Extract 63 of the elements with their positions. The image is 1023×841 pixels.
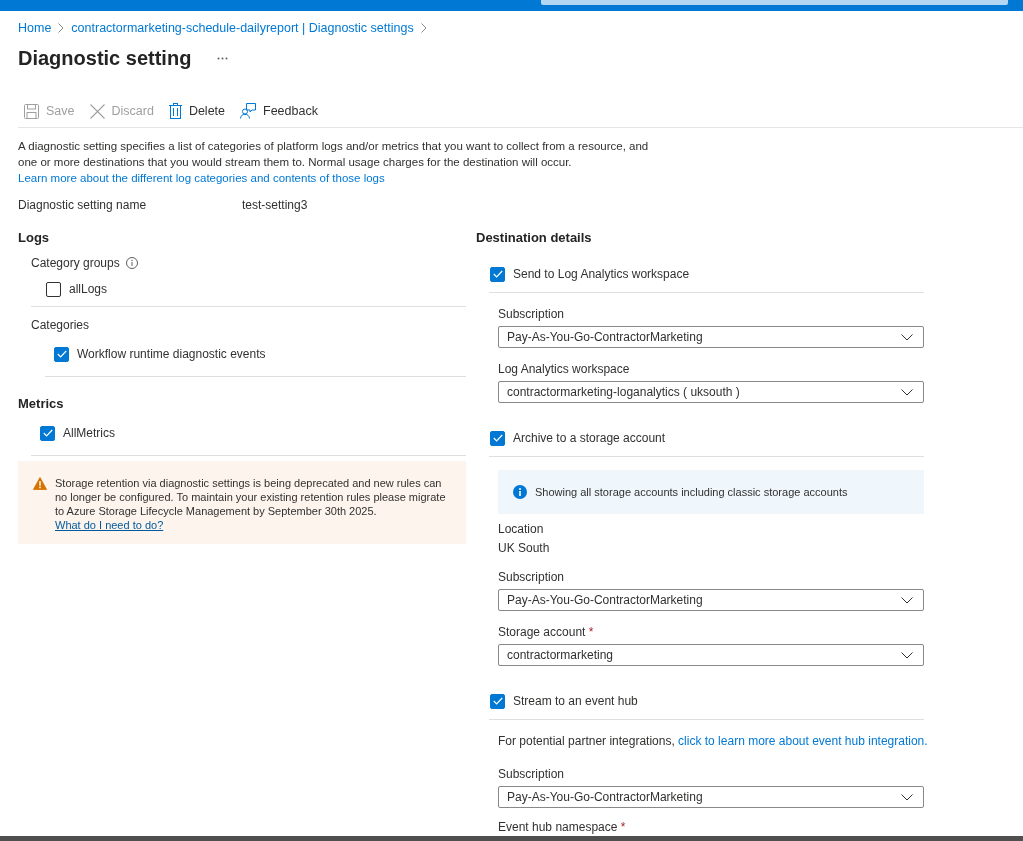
field-label: Subscription [498,766,566,782]
cross-icon [89,103,105,119]
feedback-button[interactable]: Feedback [240,103,318,119]
page-title: Diagnostic setting [18,46,192,71]
check-icon [492,697,503,705]
group-label: Categories [31,317,90,333]
checkbox-label: Send to Log Analytics workspace [513,266,690,282]
field-label: Storage account * [498,624,595,640]
field-label: Location [498,521,545,537]
search-field[interactable] [541,0,1008,5]
checkbox[interactable] [54,346,69,362]
checkbox-label: Stream to an event hub [513,693,638,709]
checkbox[interactable] [490,693,505,709]
setting-name-value: test-setting3 [242,197,308,213]
chevron-down-icon [901,333,913,341]
checkbox[interactable] [40,425,55,441]
check-icon [492,434,503,442]
checkbox-label: AllMetrics [63,425,115,441]
breadcrumb-link[interactable]: Home [18,20,52,36]
field-value: UK South [498,540,551,556]
info-icon[interactable] [125,257,138,269]
more-icon[interactable] [217,56,229,60]
dropdown-field[interactable]: Pay-As-You-Go-ContractorMarketing [498,786,924,808]
learn-more-link[interactable]: Learn more about the different log categories and contents of those logs [18,172,385,184]
warning-text: Storage retention via diagnostic settings is being deprecated and new rules can no longer be configured. To maintain your existing retention rules please migrate to Azure Storage Lifecycle Management by September 30th 2025. What do I need to do? [55,476,447,532]
section-heading: Destination details [476,229,593,247]
section-heading: Metrics [18,395,65,413]
field-label: Log Analytics workspace [498,361,631,377]
chevron-right-icon [58,23,65,33]
checkbox-label: Archive to a storage account [513,430,666,446]
check-icon [492,270,503,278]
chevron-down-icon [901,596,913,604]
help-link[interactable]: What do I need to do? [55,519,164,531]
checkbox[interactable] [46,281,61,297]
info-icon [513,485,527,499]
check-icon [56,350,67,358]
section-heading: Logs [18,229,51,247]
checkbox[interactable] [490,266,505,282]
warning-icon [33,477,47,490]
breadcrumb-link[interactable]: contractormarketing-schedule-dailyreport | Diagnostic settings [71,20,414,36]
dropdown-field[interactable]: contractormarketing [498,644,924,666]
field-label: Subscription [498,306,566,322]
checkbox-label: Workflow runtime diagnostic events [77,346,266,362]
chevron-down-icon [901,388,913,396]
event-hub-link[interactable]: click to learn more about event hub integration. [678,734,928,748]
dropdown-field[interactable]: Pay-As-You-Go-ContractorMarketing [498,589,924,611]
chevron-down-icon [901,651,913,659]
delete-button[interactable]: Delete [168,103,225,119]
setting-name-label: Diagnostic setting name [18,197,148,213]
chevron-right-icon [420,23,427,33]
checkbox-label: allLogs [69,281,108,297]
info-text: Showing all storage accounts including classic storage accounts [535,486,848,498]
trash-icon [168,103,182,119]
person-speech-bubble-icon [240,103,256,119]
field-label: Event hub namespace * [498,819,627,835]
group-label: Category groups [31,255,120,271]
chevron-down-icon [901,793,913,801]
field-label: Subscription [498,569,566,585]
dropdown-field[interactable]: Pay-As-You-Go-ContractorMarketing [498,326,924,348]
dropdown-field[interactable]: contractormarketing-loganalytics ( uksouth ) [498,381,924,403]
checkbox[interactable] [490,430,505,446]
description-text: A diagnostic setting specifies a list of categories of platform logs and/or metrics that you want to collect from a resource, and one or more destinations that you would stream them to. Normal usage charges for the destination will occur. Learn more about the different log categories and contents of those logs [18,139,650,186]
check-icon [42,429,53,437]
